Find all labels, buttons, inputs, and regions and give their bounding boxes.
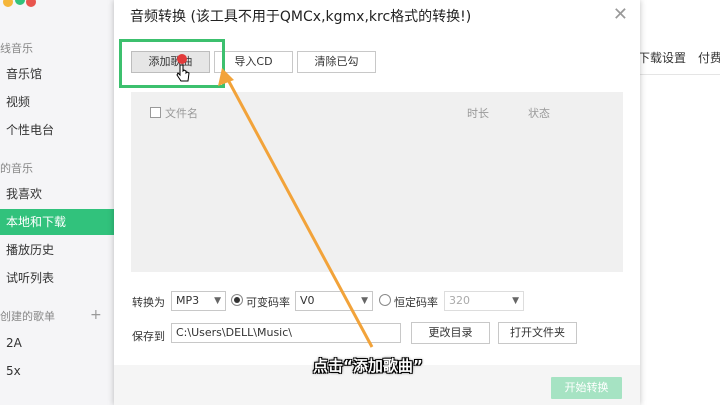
format-value: MP3: [176, 294, 200, 307]
app-logo-icon: [3, 0, 36, 7]
cbr-value: 320: [449, 294, 470, 307]
sidebar-section-mine: 的音乐: [0, 162, 33, 175]
clear-checked-button[interactable]: 清除已勾: [297, 51, 376, 73]
sidebar-playlist-item[interactable]: 5x: [0, 358, 114, 384]
save-to-label: 保存到: [132, 330, 165, 343]
select-all-checkbox[interactable]: [150, 107, 161, 118]
sidebar-playlist-item[interactable]: 2A: [0, 330, 114, 356]
vbr-radio[interactable]: [231, 294, 243, 306]
vbr-select[interactable]: V0 ▼: [295, 291, 373, 311]
sidebar-item-favorites[interactable]: 我喜欢: [0, 181, 114, 207]
sidebar-item-local-downloads[interactable]: 本地和下载: [0, 209, 114, 235]
column-status: 状态: [528, 107, 550, 120]
open-folder-button[interactable]: 打开文件夹: [498, 322, 577, 344]
change-dir-button[interactable]: 更改目录: [411, 322, 490, 344]
sidebar-section-created: 创建的歌单: [0, 310, 55, 323]
start-convert-button[interactable]: 开始转换: [551, 377, 622, 399]
sidebar-item-video[interactable]: 视频: [0, 89, 114, 115]
sidebar: 线音乐 音乐馆 视频 个性电台 的音乐 我喜欢 本地和下载 播放历史 试听列表 …: [0, 0, 114, 405]
chevron-down-icon: ▼: [512, 296, 519, 306]
sidebar-item-preview-list[interactable]: 试听列表: [0, 265, 114, 291]
divider: [626, 74, 720, 75]
save-path-field[interactable]: C:\Users\DELL\Music\: [171, 323, 401, 343]
click-indicator-icon: [177, 54, 187, 64]
audio-convert-dialog: 音频转换 (该工具不用于QMCx,kgmx,krc格式的转换!) ✕ 添加歌曲 …: [114, 0, 640, 405]
sidebar-item-radio[interactable]: 个性电台: [0, 117, 114, 143]
close-icon[interactable]: ✕: [613, 4, 628, 25]
hand-cursor-icon: [176, 64, 190, 82]
import-cd-button[interactable]: 导入CD: [214, 51, 293, 73]
vbr-label: 可变码率: [246, 296, 290, 309]
sidebar-item-music-hall[interactable]: 音乐馆: [0, 61, 114, 87]
vbr-value: V0: [300, 294, 315, 307]
cbr-select[interactable]: 320 ▼: [444, 291, 524, 311]
chevron-down-icon: ▼: [361, 296, 368, 306]
add-playlist-icon[interactable]: +: [90, 307, 102, 323]
sidebar-item-history[interactable]: 播放历史: [0, 237, 114, 263]
cbr-radio[interactable]: [379, 294, 391, 306]
dialog-title: 音频转换 (该工具不用于QMCx,kgmx,krc格式的转换!): [130, 9, 472, 25]
download-settings-link[interactable]: 下载设置: [638, 51, 686, 65]
highlight-frame: [119, 39, 225, 88]
cbr-label: 恒定码率: [394, 296, 438, 309]
sidebar-section-online: 线音乐: [0, 42, 33, 55]
format-select[interactable]: MP3 ▼: [171, 291, 226, 311]
convert-to-label: 转换为: [132, 296, 165, 309]
paid-link[interactable]: 付费: [698, 51, 720, 65]
column-duration: 时长: [467, 107, 489, 120]
column-filename: 文件名: [165, 107, 198, 120]
video-caption: 点击“添加歌曲”: [313, 357, 423, 375]
file-list[interactable]: 文件名 时长 状态: [131, 92, 623, 272]
chevron-down-icon: ▼: [214, 296, 221, 306]
top-links: 下载设置 付费: [638, 49, 720, 66]
